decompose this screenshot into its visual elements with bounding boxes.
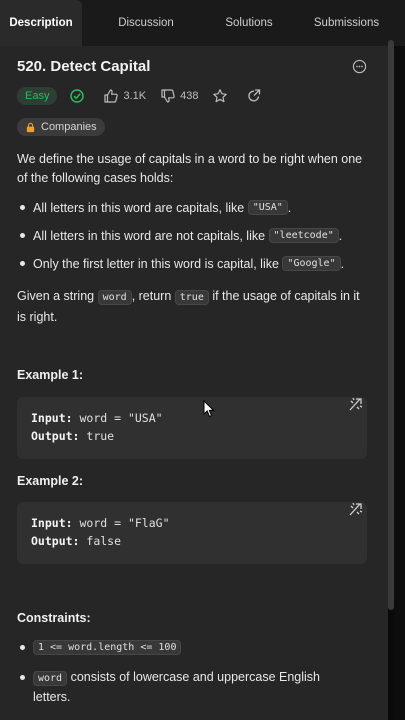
- dislike-button[interactable]: 438: [160, 88, 198, 104]
- inline-code: "USA": [247, 200, 288, 215]
- description-panel: 520. Detect Capital Easy 3.1K 438 Compan…: [0, 46, 388, 720]
- constraints-heading: Constraints:: [17, 611, 91, 625]
- problem-meta: Easy 3.1K 438: [17, 86, 280, 106]
- example-1-heading: Example 1:: [17, 368, 84, 382]
- example-1-box: Input: word = "USA" Output: true: [17, 397, 367, 459]
- panel-divider: [394, 46, 405, 720]
- thumbs-up-icon: [104, 89, 119, 103]
- inline-code: "Google": [282, 256, 341, 271]
- more-options-icon[interactable]: [352, 59, 367, 74]
- tab-bar: Description Discussion Solutions Submiss…: [0, 0, 405, 46]
- like-button[interactable]: 3.1K: [103, 88, 146, 104]
- inline-code: 1 <= word.length <= 100: [33, 640, 182, 655]
- thumbs-down-icon: [161, 89, 175, 103]
- list-item: word consists of lowercase and uppercase…: [20, 668, 370, 706]
- visualizer-icon[interactable]: [347, 500, 365, 518]
- lock-icon: [26, 122, 35, 132]
- inline-code: word: [97, 290, 132, 305]
- difficulty-badge: Easy: [17, 87, 58, 105]
- share-icon: [248, 89, 261, 102]
- check-circle-icon: [70, 89, 85, 103]
- tab-discussion[interactable]: Discussion: [82, 0, 210, 46]
- list-item: All letters in this word are not capital…: [20, 228, 370, 243]
- tab-submissions[interactable]: Submissions: [288, 0, 405, 46]
- example-2-box: Input: word = "FlaG" Output: false: [17, 502, 367, 564]
- like-count: 3.1K: [123, 90, 147, 102]
- companies-tag[interactable]: Companies: [17, 118, 105, 136]
- tab-solutions[interactable]: Solutions: [210, 0, 288, 46]
- list-item: Only the first letter in this word is ca…: [20, 256, 370, 271]
- example-2-output: Output: false: [31, 534, 122, 548]
- example-1-output: Output: true: [31, 429, 115, 443]
- title-row: 520. Detect Capital: [17, 56, 367, 76]
- companies-label: Companies: [41, 121, 97, 133]
- example-2-heading: Example 2:: [17, 474, 84, 488]
- inline-code: true: [174, 290, 209, 305]
- visualizer-icon[interactable]: [347, 395, 365, 413]
- example-2-input: Input: word = "FlaG": [31, 516, 170, 530]
- example-1-input: Input: word = "USA": [31, 411, 163, 425]
- inline-code: word: [33, 671, 68, 686]
- favorite-button[interactable]: [212, 88, 232, 104]
- list-item: 1 <= word.length <= 100: [20, 640, 370, 655]
- problem-intro: We define the usage of capitals in a wor…: [17, 152, 363, 185]
- tab-description[interactable]: Description: [0, 0, 82, 46]
- share-button[interactable]: [246, 88, 266, 104]
- dislike-count: 438: [180, 90, 199, 102]
- star-icon: [213, 89, 228, 103]
- list-item: All letters in this word are capitals, l…: [20, 200, 370, 215]
- inline-code: "leetcode": [268, 228, 339, 243]
- problem-title: 520. Detect Capital: [17, 57, 151, 75]
- solved-status: [69, 88, 89, 104]
- problem-task: Given a string word, return true if the …: [17, 289, 360, 324]
- mouse-cursor-icon: [203, 400, 215, 418]
